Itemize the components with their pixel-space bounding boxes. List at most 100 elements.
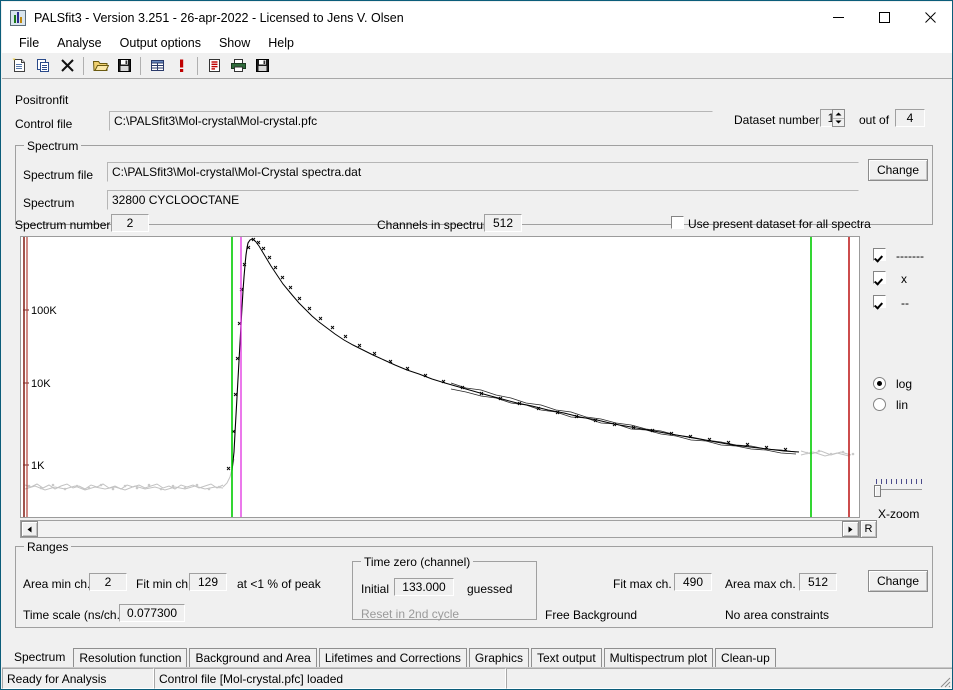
fit-max-label: Fit max ch. [613, 577, 672, 591]
tab-background-and-area[interactable]: Background and Area [189, 648, 316, 667]
resize-grip-icon[interactable] [937, 674, 951, 688]
time-scale-label: Time scale (ns/ch.) [23, 608, 124, 622]
checkbox-series-data-points[interactable] [873, 271, 886, 284]
toolbar-separator-1 [83, 57, 84, 75]
save-disk-2-icon[interactable] [250, 54, 274, 77]
dataset-number-label: Dataset number [734, 113, 819, 127]
spectrum-label: Spectrum [23, 196, 74, 210]
tab-lifetimes-and-corrections[interactable]: Lifetimes and Corrections [319, 648, 467, 667]
tab-graphics[interactable]: Graphics [469, 648, 529, 667]
menu-show[interactable]: Show [210, 34, 259, 52]
dataset-number-spinner[interactable] [832, 109, 845, 127]
x-zoom-rail [876, 489, 922, 492]
copy-icon[interactable] [31, 54, 55, 77]
tab-spectrum[interactable]: Spectrum [8, 646, 71, 667]
status-cell-state: Ready for Analysis [2, 668, 154, 689]
title-bar: PALSfit3 - Version 3.251 - 26-apr-2022 -… [2, 2, 953, 33]
svg-text:1K: 1K [31, 460, 45, 472]
app-icon [10, 10, 26, 26]
spectrum-name-input: 32800 CYCLOOCTANE [107, 190, 859, 210]
new-file-icon[interactable] [7, 54, 31, 77]
area-min-label: Area min ch. [23, 577, 90, 591]
delete-x-icon[interactable] [55, 54, 79, 77]
fit-min-value: 129 [189, 573, 227, 591]
minimize-icon[interactable] [815, 2, 861, 33]
time-zero-group-title: Time zero (channel) [361, 555, 473, 569]
scroll-left-icon[interactable] [21, 521, 38, 537]
radio-lin-scale[interactable] [873, 398, 886, 411]
main-panel: Positronfit Control file C:\PALSfit3\Mol… [2, 79, 953, 643]
peak-note-label: at <1 % of peak [237, 577, 321, 591]
control-file-input[interactable]: C:\PALSfit3\Mol-crystal\Mol-crystal.pfc [109, 111, 713, 131]
plot-reset-button[interactable]: R [860, 520, 877, 538]
spectrum-change-button[interactable]: Change [868, 159, 928, 181]
table-grid-icon[interactable] [145, 54, 169, 77]
x-zoom-slider[interactable] [874, 479, 922, 497]
fit-min-label: Fit min ch. [136, 577, 191, 591]
time-zero-initial-value: 133.000 [394, 578, 454, 596]
menu-help[interactable]: Help [259, 34, 303, 52]
menu-bar: File Analyse Output options Show Help [2, 33, 953, 53]
ranges-change-button[interactable]: Change [868, 570, 928, 592]
tab-strip: Spectrum Resolution function Background … [2, 645, 953, 667]
channels-label: Channels in spectrum [377, 218, 493, 232]
window-title: PALSfit3 - Version 3.251 - 26-apr-2022 -… [34, 11, 404, 25]
tab-clean-up[interactable]: Clean-up [715, 648, 776, 667]
checkbox-series-background[interactable] [873, 295, 886, 308]
open-folder-icon[interactable] [88, 54, 112, 77]
maximize-icon[interactable] [861, 2, 907, 33]
status-bar: Ready for Analysis Control file [Mol-cry… [2, 667, 953, 689]
spinner-up-icon[interactable] [833, 110, 844, 119]
window-controls [815, 2, 953, 33]
plot-horizontal-scrollbar[interactable] [20, 520, 860, 538]
scrollbar-track[interactable] [38, 521, 842, 537]
status-cell-message: Control file [Mol-crystal.pfc] loaded [154, 668, 506, 689]
tab-multispectrum-plot[interactable]: Multispectrum plot [604, 648, 713, 667]
spectrum-number-label: Spectrum number [15, 218, 110, 232]
save-disk-icon[interactable] [112, 54, 136, 77]
use-present-dataset-label: Use present dataset for all spectra [688, 217, 871, 231]
toolbar [2, 53, 953, 79]
radio-label-lin: lin [896, 398, 908, 412]
printer-icon[interactable] [226, 54, 250, 77]
toolbar-separator-3 [197, 57, 198, 75]
menu-output-options[interactable]: Output options [111, 34, 210, 52]
spectrum-file-input[interactable]: C:\PALSfit3\Mol-crystal\Mol-Crystal spec… [107, 162, 859, 182]
time-scale-value: 0.077300 [119, 604, 185, 622]
spinner-down-icon[interactable] [833, 119, 844, 127]
x-zoom-thumb[interactable] [874, 485, 881, 497]
x-zoom-label: X-zoom [878, 507, 919, 521]
time-zero-guessed-label: guessed [467, 582, 512, 596]
tab-resolution-function[interactable]: Resolution function [73, 648, 187, 667]
area-max-value: 512 [799, 573, 837, 591]
menu-analyse[interactable]: Analyse [48, 34, 110, 52]
svg-text:100K: 100K [31, 305, 57, 317]
close-icon[interactable] [907, 2, 953, 33]
exclamation-icon[interactable] [169, 54, 193, 77]
area-max-label: Area max ch. [725, 577, 796, 591]
out-of-label: out of [859, 113, 889, 127]
spectrum-plot-svg: 100K 10K 1K [21, 237, 859, 517]
scroll-right-icon[interactable] [842, 521, 859, 537]
area-min-value: 2 [89, 573, 127, 591]
fit-max-value: 490 [674, 573, 712, 591]
spectrum-file-label: Spectrum file [23, 168, 93, 182]
svg-text:10K: 10K [31, 378, 51, 390]
spectrum-group: Spectrum [15, 145, 933, 225]
checkbox-series-fit-line[interactable] [873, 248, 886, 261]
use-present-dataset-checkbox[interactable] [671, 216, 684, 229]
menu-file[interactable]: File [10, 34, 48, 52]
free-background-label: Free Background [545, 608, 637, 622]
checkbox-label-fit-line: ------- [896, 249, 924, 263]
palsfit3-window: PALSfit3 - Version 3.251 - 26-apr-2022 -… [0, 0, 953, 690]
checkbox-label-data-points: x [901, 272, 907, 286]
text-output-icon[interactable] [202, 54, 226, 77]
control-file-label: Control file [15, 117, 72, 131]
time-zero-reset-label: Reset in 2nd cycle [361, 607, 459, 621]
dataset-total-value: 4 [895, 109, 925, 127]
checkbox-label-background: -- [901, 296, 909, 310]
radio-log-scale[interactable] [873, 377, 886, 390]
tab-text-output[interactable]: Text output [531, 648, 602, 667]
spectrum-plot[interactable]: 100K 10K 1K [20, 236, 860, 518]
ranges-group-title: Ranges [24, 540, 71, 554]
